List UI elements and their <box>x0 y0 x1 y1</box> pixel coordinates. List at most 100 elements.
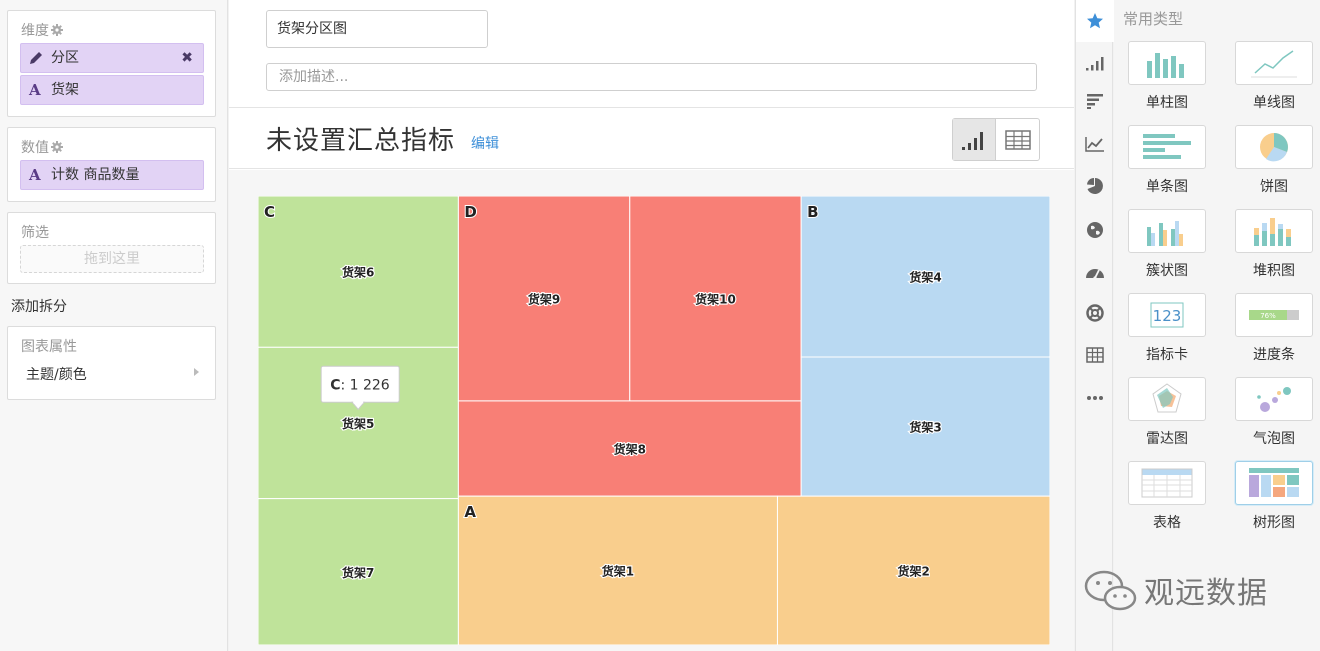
treemap-group-label: B <box>807 203 818 221</box>
table-view-button[interactable] <box>996 119 1039 160</box>
treemap-group-label: C <box>264 203 275 221</box>
treemap-cell-label: 货架5 <box>342 416 374 431</box>
treemap-chart[interactable]: 货架6货架5货架7C货架9 货架10货架8D货架4货架3B货架1 货架2AC: 1 … <box>258 196 1050 645</box>
treemap-cell-label: 货架3 <box>909 420 941 435</box>
chart-properties-section: 图表属性 主题/颜色 <box>7 326 216 400</box>
watermark: 观远数据 <box>1082 567 1268 613</box>
pie-chart-icon <box>1260 133 1288 162</box>
chart-type-treemap[interactable]: 树形图 <box>1234 461 1314 532</box>
treemap-group-label: A <box>464 503 476 521</box>
more-icon <box>1087 396 1103 400</box>
clustered-bar-icon <box>1147 221 1183 246</box>
chart-type-pie[interactable]: 饼图 <box>1234 125 1314 196</box>
edit-link[interactable]: 编辑 <box>471 133 499 153</box>
bubble-chart-icon <box>1257 387 1291 412</box>
divider <box>229 168 1074 169</box>
close-icon[interactable]: ✖ <box>181 44 193 72</box>
field-panel: 维度 分区 ✖ A 货架 数值 A 计数 商品数量 筛选 拖到这里 添加拆分 图… <box>0 0 228 651</box>
gear-icon[interactable] <box>51 141 63 153</box>
rail-more[interactable] <box>1076 377 1114 419</box>
dimensions-title: 维度 <box>21 20 63 40</box>
stacked-bar-icon <box>1254 218 1291 246</box>
gear-icon[interactable] <box>51 24 63 36</box>
lifebuoy-icon <box>1086 304 1104 322</box>
chart-view-button[interactable] <box>953 119 997 160</box>
chart-type-progress[interactable]: 76% 进度条 <box>1234 293 1314 364</box>
rail-horizontal-bar[interactable] <box>1076 80 1114 122</box>
chart-editor: 货架分区图 添加描述... 未设置汇总指标 编辑 货架6 货架5 货架7 C 货架9 货架… <box>229 0 1074 651</box>
text-type-icon: A <box>29 81 41 99</box>
value-label: 计数 商品数量 <box>51 167 140 183</box>
chart-area: 货架6 货架5 货架7 C 货架9 货架10 货架8 D 货架4 货架3 B 货架1 货架2 A C: 1 … <box>229 170 1074 651</box>
treemap-cell-label: 货架6 <box>342 265 374 280</box>
treemap-cell-label: 货架7 <box>342 565 374 580</box>
rail-other[interactable] <box>1076 292 1114 334</box>
treemap-cell-label: 货架4 <box>909 270 941 285</box>
dimension-pill-shelf[interactable]: A 货架 <box>20 75 204 105</box>
star-icon <box>1087 13 1103 29</box>
treemap-cell-label: 货架10 <box>695 291 736 306</box>
rail-bar[interactable] <box>1076 42 1114 84</box>
line-chart-icon <box>1085 137 1104 152</box>
chart-title-input[interactable]: 货架分区图 <box>266 10 488 48</box>
tooltip-value: : 1 226 <box>340 377 389 393</box>
chart-type-radar[interactable]: 雷达图 <box>1127 377 1207 448</box>
filter-dropzone[interactable]: 拖到这里 <box>20 245 204 273</box>
rail-line[interactable] <box>1076 123 1114 165</box>
progress-bar-icon: 76% <box>1249 310 1299 320</box>
chart-type-single-line[interactable]: 单线图 <box>1234 41 1314 112</box>
common-types-title: 常用类型 <box>1123 10 1184 28</box>
filter-section: 筛选 拖到这里 <box>7 212 216 284</box>
pencil-icon <box>30 52 42 64</box>
single-line-chart-icon <box>1251 50 1297 78</box>
metric-card-icon: 123 <box>1150 302 1184 328</box>
dimension-label: 分区 <box>51 50 79 66</box>
value-pill-count[interactable]: A 计数 商品数量 <box>20 160 204 190</box>
watermark-text: 观远数据 <box>1144 576 1268 611</box>
values-title: 数值 <box>21 137 63 157</box>
bar-chart-icon <box>1086 57 1104 71</box>
bar-chart-icon <box>962 131 983 150</box>
description-input[interactable]: 添加描述... <box>266 63 1037 91</box>
chart-type-metric-card[interactable]: 123 指标卡 <box>1127 293 1207 364</box>
summary-title: 未设置汇总指标 <box>266 126 456 156</box>
filter-title: 筛选 <box>21 225 49 241</box>
treemap-group-label: D <box>464 203 476 221</box>
chart-type-table[interactable]: 表格 <box>1127 461 1207 532</box>
chart-type-single-bar[interactable]: 单柱图 <box>1127 41 1207 112</box>
dimension-pill-partition[interactable]: 分区 ✖ <box>20 43 204 73</box>
treemap-cell-label: 货架9 <box>528 291 560 306</box>
view-toggle <box>952 118 1040 161</box>
treemap-cell-label: 货架2 <box>898 564 930 579</box>
chart-type-panel: 常用类型 单柱图 单线图 单条图 饼图 簇状图 堆积图 123 指标卡 76% … <box>1114 0 1320 651</box>
rail-map[interactable] <box>1076 209 1114 251</box>
tooltip-label: C <box>330 377 340 393</box>
chart-type-bubble[interactable]: 气泡图 <box>1234 377 1314 448</box>
horizontal-bar-icon <box>1087 94 1103 109</box>
dimensions-section: 维度 分区 ✖ A 货架 <box>7 10 216 117</box>
metric-card-text: 123 <box>1153 307 1182 325</box>
divider <box>229 107 1074 108</box>
treemap-chart-icon <box>1249 468 1299 497</box>
radar-chart-icon <box>1152 383 1182 413</box>
rail-pie[interactable] <box>1076 165 1114 207</box>
single-horizontal-bar-icon <box>1143 134 1191 159</box>
rail-table[interactable] <box>1076 334 1114 376</box>
table-icon <box>1004 129 1031 150</box>
pie-chart-icon <box>1087 177 1103 194</box>
rail-favorites[interactable] <box>1076 0 1114 42</box>
theme-color-item[interactable]: 主题/颜色 <box>26 364 87 384</box>
wechat-icon <box>1084 570 1137 611</box>
dimension-label: 货架 <box>51 82 79 98</box>
chart-category-rail <box>1075 0 1114 651</box>
values-section: 数值 A 计数 商品数量 <box>7 127 216 202</box>
single-bar-chart-icon <box>1147 53 1184 78</box>
rail-gauge[interactable] <box>1076 251 1114 293</box>
chart-type-stacked[interactable]: 堆积图 <box>1234 209 1314 280</box>
progress-text: 76% <box>1260 312 1276 320</box>
treemap-cell-label: 货架1 <box>602 564 634 579</box>
chart-type-horizontal-bar[interactable]: 单条图 <box>1127 125 1207 196</box>
chart-type-clustered[interactable]: 簇状图 <box>1127 209 1207 280</box>
add-split-link[interactable]: 添加拆分 <box>11 296 67 316</box>
text-type-icon: A <box>29 166 41 184</box>
